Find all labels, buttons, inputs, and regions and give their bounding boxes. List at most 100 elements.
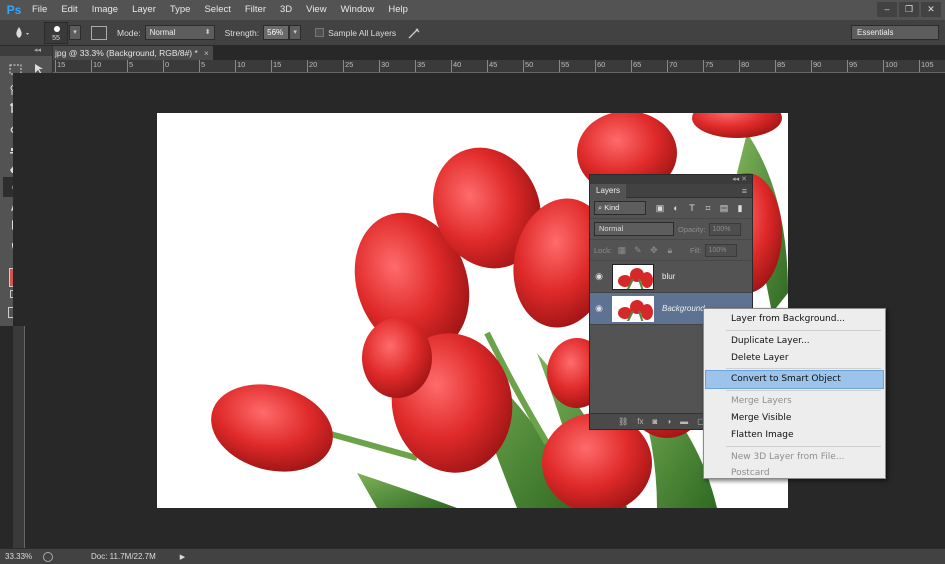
menu-edit[interactable]: Edit bbox=[54, 0, 84, 20]
menu-help[interactable]: Help bbox=[381, 0, 415, 20]
opacity-label: Opacity: bbox=[678, 224, 706, 234]
ruler-tick: 85 bbox=[775, 60, 785, 72]
visibility-eye-icon[interactable]: ◉ bbox=[590, 303, 608, 314]
ruler-tick: 40 bbox=[451, 60, 461, 72]
status-info-icon[interactable] bbox=[43, 551, 53, 562]
kind-filter-select[interactable]: ⌕ Kind bbox=[594, 201, 646, 215]
workspace-select[interactable]: Essentials bbox=[851, 25, 939, 40]
close-button[interactable]: ✕ bbox=[921, 2, 941, 17]
menu-type[interactable]: Type bbox=[163, 0, 198, 20]
blend-mode-select[interactable]: Normal bbox=[594, 222, 674, 236]
sample-all-layers-label: Sample All Layers bbox=[328, 27, 397, 38]
lock-all-icon[interactable]: 🔒︎ bbox=[664, 244, 676, 256]
menu-item-merge-layers: Merge Layers bbox=[731, 396, 792, 407]
panel-menu-icon[interactable]: ≡ bbox=[742, 184, 747, 198]
close-tab-icon[interactable]: × bbox=[204, 48, 209, 58]
adjustment-layer-icon[interactable]: ◑ bbox=[666, 417, 671, 426]
zoom-level[interactable]: 33.33% bbox=[5, 552, 37, 561]
strength-input[interactable]: 56% bbox=[263, 25, 290, 40]
ruler-tick: 90 bbox=[811, 60, 821, 72]
panel-collapse-bar[interactable]: ◂◂ ✕ bbox=[590, 175, 752, 184]
link-layers-icon[interactable]: ⛓ bbox=[618, 417, 628, 426]
lock-transparent-icon[interactable]: ▦ bbox=[616, 244, 628, 256]
document-tab[interactable]: jpg @ 33.3% (Background, RGB/8#) * × bbox=[53, 46, 213, 60]
status-menu-arrow-icon[interactable]: ▶ bbox=[180, 553, 185, 561]
lock-pixels-icon[interactable]: ✎ bbox=[632, 244, 644, 256]
menu-item-postcard: Postcard bbox=[731, 468, 770, 479]
restore-button[interactable]: ❐ bbox=[899, 2, 919, 17]
ruler-tick: 45 bbox=[487, 60, 497, 72]
lock-label: Lock: bbox=[594, 245, 612, 255]
layer-row-blur[interactable]: ◉ blur bbox=[590, 261, 752, 293]
fill-label: Fill: bbox=[689, 245, 702, 255]
new-group-icon[interactable]: ▬ bbox=[680, 417, 688, 426]
ruler-tick: 30 bbox=[379, 60, 389, 72]
pixel-filter-icon[interactable]: ▣ bbox=[654, 202, 666, 214]
ruler-tick: 25 bbox=[343, 60, 353, 72]
ruler-tick: 95 bbox=[847, 60, 857, 72]
ruler-tick: 70 bbox=[667, 60, 677, 72]
visibility-eye-icon[interactable]: ◉ bbox=[590, 271, 608, 282]
status-bar: 33.33% Doc: 11.7M/22.7M ▶ bbox=[0, 548, 945, 564]
menu-3d[interactable]: 3D bbox=[273, 0, 299, 20]
ruler-tick: 0 bbox=[163, 60, 169, 72]
type-filter-icon[interactable]: T bbox=[686, 202, 698, 214]
ruler-tick: 55 bbox=[559, 60, 569, 72]
brush-size-dropdown[interactable]: ▾ bbox=[69, 25, 81, 40]
smart-object-filter-icon[interactable]: ▤ bbox=[718, 202, 730, 214]
menu-item-layer-from-background[interactable]: Layer from Background... bbox=[706, 311, 883, 328]
filter-toggle-icon[interactable]: ▮ bbox=[734, 202, 746, 214]
add-mask-icon[interactable]: ◙ bbox=[652, 417, 657, 426]
brush-panel-toggle-icon[interactable] bbox=[91, 25, 107, 40]
menu-filter[interactable]: Filter bbox=[238, 0, 273, 20]
opacity-input[interactable]: 100% bbox=[708, 222, 741, 236]
fill-input[interactable]: 100% bbox=[704, 243, 737, 257]
layer-name: Background bbox=[662, 304, 705, 313]
adjustment-filter-icon[interactable]: ◐ bbox=[670, 202, 682, 214]
shape-filter-icon[interactable]: ⌗ bbox=[702, 202, 714, 214]
menu-select[interactable]: Select bbox=[197, 0, 237, 20]
layers-tab[interactable]: Layers bbox=[590, 184, 627, 198]
menu-bar: Ps File Edit Image Layer Type Select Fil… bbox=[0, 0, 945, 20]
brush-size-value: 55 bbox=[52, 34, 60, 42]
tool-preset-picker[interactable] bbox=[6, 22, 38, 44]
menu-file[interactable]: File bbox=[25, 0, 54, 20]
ruler-tick: 60 bbox=[595, 60, 605, 72]
strength-dropdown[interactable]: ▾ bbox=[289, 25, 302, 40]
menu-view[interactable]: View bbox=[299, 0, 333, 20]
layer-name: blur bbox=[662, 272, 676, 281]
menu-layer[interactable]: Layer bbox=[125, 0, 163, 20]
window-controls: – ❐ ✕ bbox=[877, 2, 941, 17]
ruler-tick: 15 bbox=[55, 60, 65, 72]
ruler-tick: 10 bbox=[91, 60, 101, 72]
menu-item-convert-to-smart-object[interactable]: Convert to Smart Object bbox=[705, 370, 884, 390]
lock-position-icon[interactable]: ✥ bbox=[648, 244, 660, 256]
ruler-tick: 10 bbox=[235, 60, 245, 72]
mode-select[interactable]: Normal bbox=[144, 25, 215, 40]
minimize-button[interactable]: – bbox=[877, 2, 897, 17]
horizontal-ruler: 15 10 5 0 5 10 15 20 25 30 35 40 45 50 55 60 65 70 75 80 85 9… bbox=[53, 60, 945, 73]
menu-item-merge-visible[interactable]: Merge Visible bbox=[706, 410, 883, 427]
brush-size-picker[interactable]: 55 bbox=[44, 21, 68, 44]
vertical-ruler bbox=[13, 326, 25, 548]
menu-item-new-3d-layer-from-file: New 3D Layer from File... bbox=[731, 451, 845, 462]
document-title: jpg @ 33.3% (Background, RGB/8#) * bbox=[55, 48, 198, 58]
pressure-icon[interactable] bbox=[406, 26, 422, 40]
layer-context-menu: Layer from Background... Duplicate Layer… bbox=[703, 308, 886, 479]
menu-image[interactable]: Image bbox=[85, 0, 125, 20]
layer-style-icon[interactable]: fx bbox=[637, 417, 643, 426]
menu-item-delete-layer[interactable]: Delete Layer bbox=[706, 350, 883, 367]
ruler-tick: 15 bbox=[271, 60, 281, 72]
menu-window[interactable]: Window bbox=[334, 0, 382, 20]
blur-drop-icon bbox=[16, 26, 29, 38]
menu-item-flatten-image[interactable]: Flatten Image bbox=[706, 427, 883, 444]
sample-all-layers-checkbox[interactable] bbox=[315, 28, 325, 37]
menu-separator bbox=[726, 445, 881, 447]
lock-row: Lock: ▦ ✎ ✥ 🔒︎ Fill: 100% bbox=[590, 240, 752, 261]
options-bar: 55 ▾ Mode: Normal Strength: 56% ▾ Sample… bbox=[0, 20, 945, 46]
toolbox-collapse[interactable]: ◂◂ bbox=[0, 46, 52, 56]
photoshop-logo: Ps bbox=[6, 3, 22, 17]
menu-item-duplicate-layer[interactable]: Duplicate Layer... bbox=[706, 333, 883, 350]
ruler-tick: 5 bbox=[127, 60, 133, 72]
blend-row: Normal Opacity: 100% bbox=[590, 219, 752, 240]
